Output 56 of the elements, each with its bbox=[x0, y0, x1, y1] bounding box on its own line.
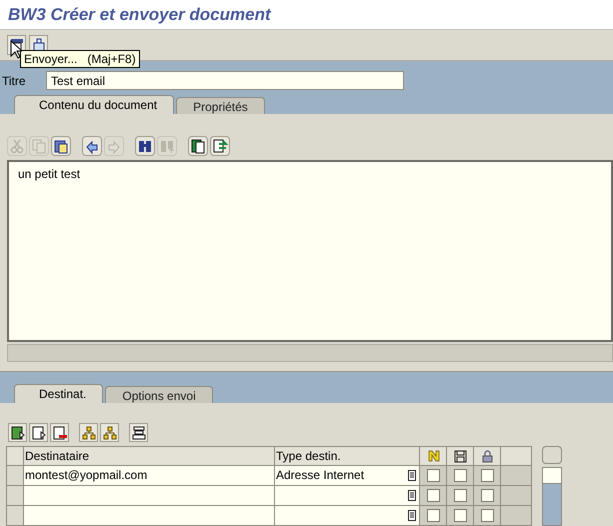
row-selector[interactable] bbox=[7, 506, 24, 525]
column-header[interactable]: Destinataire bbox=[24, 447, 275, 465]
append-row-button[interactable] bbox=[29, 423, 48, 442]
tooltip: Envoyer... (Maj+F8) bbox=[20, 50, 140, 68]
checkbox[interactable] bbox=[454, 469, 466, 482]
row-selector[interactable] bbox=[7, 486, 24, 505]
text-editor[interactable]: un petit test bbox=[7, 160, 613, 342]
move-up-button[interactable] bbox=[79, 423, 98, 442]
binoculars-button[interactable] bbox=[135, 136, 155, 156]
checkbox[interactable] bbox=[480, 469, 494, 482]
table-corner[interactable] bbox=[7, 447, 24, 465]
checkbox[interactable] bbox=[426, 469, 440, 482]
tab[interactable]: Destinat. bbox=[14, 384, 104, 403]
table-cell[interactable]: montest@yopmail.com bbox=[24, 466, 275, 485]
undo-button[interactable] bbox=[82, 136, 102, 156]
save-icon bbox=[454, 450, 466, 462]
delete-row-button[interactable] bbox=[50, 423, 69, 442]
paste-icon bbox=[53, 138, 69, 154]
mouse-cursor-icon bbox=[10, 40, 22, 59]
checkbox[interactable] bbox=[426, 509, 440, 522]
checkbox[interactable] bbox=[480, 509, 494, 522]
checkbox[interactable] bbox=[454, 489, 466, 502]
row-selector[interactable] bbox=[7, 466, 24, 485]
list-icon bbox=[10, 426, 24, 440]
list-delete-icon bbox=[52, 426, 66, 440]
scrollbar-thumb[interactable] bbox=[543, 468, 561, 484]
checkbox[interactable] bbox=[426, 489, 440, 502]
insert-row-button[interactable] bbox=[8, 423, 27, 442]
express-icon bbox=[426, 450, 440, 462]
checkbox[interactable] bbox=[454, 509, 466, 522]
tab[interactable]: Contenu du document bbox=[14, 94, 174, 114]
window-title: BW3 Créer et envoyer document bbox=[8, 4, 271, 26]
scissors-icon bbox=[9, 138, 25, 154]
export-icon bbox=[212, 138, 228, 154]
list-help-icon[interactable] bbox=[408, 490, 416, 501]
stack-icon bbox=[132, 426, 146, 440]
tab[interactable]: Propriétés bbox=[176, 96, 265, 114]
export-button[interactable] bbox=[210, 136, 230, 156]
title-field[interactable]: Test email bbox=[46, 71, 404, 90]
import-button[interactable] bbox=[188, 136, 208, 156]
scroll-button[interactable] bbox=[542, 446, 562, 464]
list-icon bbox=[32, 426, 46, 440]
checkbox[interactable] bbox=[480, 489, 494, 502]
stack-button[interactable] bbox=[129, 423, 148, 442]
move-down-button[interactable] bbox=[100, 423, 119, 442]
table-cell[interactable] bbox=[24, 486, 275, 505]
field-label: Titre bbox=[1, 72, 27, 90]
copy-icon bbox=[31, 138, 47, 154]
list-help-icon[interactable] bbox=[408, 470, 416, 481]
list-help-icon[interactable] bbox=[408, 510, 416, 521]
tab[interactable]: Options envoi bbox=[105, 386, 213, 403]
paste-button[interactable] bbox=[51, 136, 71, 156]
table-cell[interactable] bbox=[24, 506, 275, 525]
column-header[interactable]: Type destin. bbox=[275, 447, 420, 465]
bag-icon bbox=[32, 38, 46, 52]
lock-icon bbox=[480, 450, 494, 462]
